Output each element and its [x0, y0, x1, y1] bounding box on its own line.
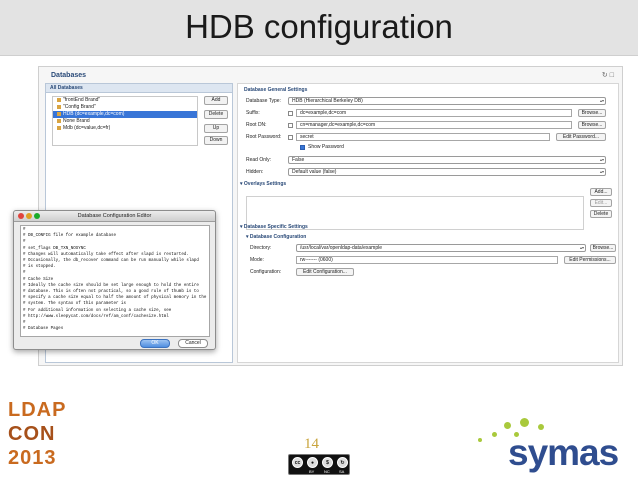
database-icon — [57, 111, 61, 116]
directory-field[interactable]: /usr/local/var/openldap-data/example — [296, 244, 586, 252]
move-down-button[interactable]: Down — [204, 136, 228, 145]
ldapcon-logo-row: 2013 — [8, 447, 57, 469]
cc-label: SA — [339, 469, 345, 474]
root-dn-browse-button[interactable]: Browse... — [578, 121, 606, 129]
database-configuration-editor-dialog: Database Configuration Editor # # DB_CON… — [13, 210, 216, 350]
root-password-label: Root Password: — [246, 134, 282, 140]
cc-label: NC — [324, 469, 330, 474]
root-password-checkbox[interactable] — [288, 135, 293, 140]
database-type-select[interactable]: HDB (Hierarchical Berkeley DB) — [288, 97, 606, 105]
view-toolbar[interactable]: ↻□ — [602, 71, 616, 79]
hidden-select[interactable]: Default value (false) — [288, 168, 606, 176]
creative-commons-badge: cc ● $ ↻ BY NC SA — [288, 454, 350, 475]
list-item[interactable]: "frontEnd Brand" — [53, 97, 197, 104]
suffix-browse-button[interactable]: Browse... — [578, 109, 606, 117]
ok-button[interactable]: OK — [140, 339, 170, 348]
add-overlay-button[interactable]: Add... — [590, 188, 612, 196]
database-icon — [57, 125, 61, 130]
sharealike-icon: ↻ — [337, 457, 348, 468]
attribution-icon: ● — [307, 457, 318, 468]
database-type-label: Database Type: — [246, 98, 281, 104]
slide-title: HDB configuration — [185, 8, 453, 45]
symas-logo: symas — [468, 418, 634, 474]
dialog-titlebar[interactable]: Database Configuration Editor — [14, 211, 215, 222]
list-item[interactable]: "Config Brand" — [53, 104, 197, 111]
database-settings-panel: Database General Settings Database Type:… — [237, 83, 619, 363]
page-number: 14 — [304, 436, 319, 452]
logo-dot — [478, 438, 482, 442]
mode-label: Mode: — [250, 257, 264, 263]
directory-browse-button[interactable]: Browse... — [590, 244, 616, 252]
maximize-icon[interactable]: □ — [610, 72, 616, 79]
edit-overlay-button[interactable]: Edit... — [590, 199, 612, 207]
root-dn-label: Root DN: — [246, 122, 267, 128]
suffix-field[interactable]: dc=example,dc=com — [296, 109, 572, 117]
ldapcon-logo: LDAP CON 2013 — [8, 398, 80, 474]
editor-title: Databases — [51, 72, 87, 79]
mode-field[interactable]: rw------- (0600) — [296, 256, 558, 264]
specific-settings-header[interactable]: ▾ Database Specific Settings — [240, 224, 308, 230]
show-password-checkbox[interactable] — [300, 145, 305, 150]
list-item[interactable]: None Brand — [53, 118, 197, 125]
delete-database-button[interactable]: Delete — [204, 110, 228, 119]
database-icon — [57, 118, 61, 123]
config-text-editor[interactable]: # # DB_CONFIG file for example database … — [20, 225, 210, 337]
edit-configuration-button[interactable]: Edit Configuration... — [296, 268, 354, 276]
read-only-select[interactable]: False — [288, 156, 606, 164]
cancel-button[interactable]: Cancel — [178, 339, 208, 348]
general-settings-header: Database General Settings — [244, 87, 308, 93]
noncommercial-icon: $ — [322, 457, 333, 468]
hidden-label: Hidden: — [246, 169, 264, 175]
list-item-selected[interactable]: HDB (dc=example,dc=com) — [53, 111, 197, 118]
list-item[interactable]: Mdb (dc=value,dc=fr) — [53, 125, 197, 132]
suffix-label: Suffix: — [246, 110, 260, 116]
configuration-label: Configuration: — [250, 269, 282, 275]
delete-overlay-button[interactable]: Delete — [590, 210, 612, 218]
root-password-field[interactable]: secret — [296, 133, 550, 141]
suffix-checkbox[interactable] — [288, 111, 293, 116]
database-configuration-header[interactable]: ▾ Database Configuration — [246, 234, 306, 240]
database-icon — [57, 104, 61, 109]
dialog-title: Database Configuration Editor — [77, 213, 152, 219]
all-databases-header: All Databases — [46, 84, 232, 93]
root-dn-checkbox[interactable] — [288, 123, 293, 128]
ldapcon-logo-row: LDAP — [8, 399, 67, 421]
read-only-label: Read Only: — [246, 157, 272, 163]
root-dn-field[interactable]: cn=manager,dc=example,dc=com — [296, 121, 572, 129]
logo-dot — [492, 432, 497, 437]
code-line: # Database Pages — [23, 327, 64, 332]
database-icon — [57, 97, 61, 102]
database-list[interactable]: "frontEnd Brand" "Config Brand" HDB (dc=… — [52, 96, 198, 146]
add-database-button[interactable]: Add — [204, 96, 228, 105]
cc-icon: cc — [292, 457, 303, 468]
logo-dot — [520, 418, 529, 427]
move-up-button[interactable]: Up — [204, 124, 228, 133]
edit-password-button[interactable]: Edit Password... — [556, 133, 606, 141]
slide-title-bar: HDB configuration — [0, 0, 638, 56]
overlays-settings-header[interactable]: ▾ Overlays Settings — [240, 181, 286, 187]
ldapcon-logo-row: CON — [8, 423, 56, 445]
symas-wordmark: symas — [508, 432, 619, 473]
edit-permissions-button[interactable]: Edit Permissions... — [564, 256, 616, 264]
logo-dot — [504, 422, 511, 429]
refresh-icon[interactable]: ↻ — [602, 72, 610, 79]
directory-label: Directory: — [250, 245, 272, 251]
cc-label: BY — [309, 469, 315, 474]
logo-dot — [538, 424, 544, 430]
show-password-label: Show Password — [308, 144, 344, 150]
